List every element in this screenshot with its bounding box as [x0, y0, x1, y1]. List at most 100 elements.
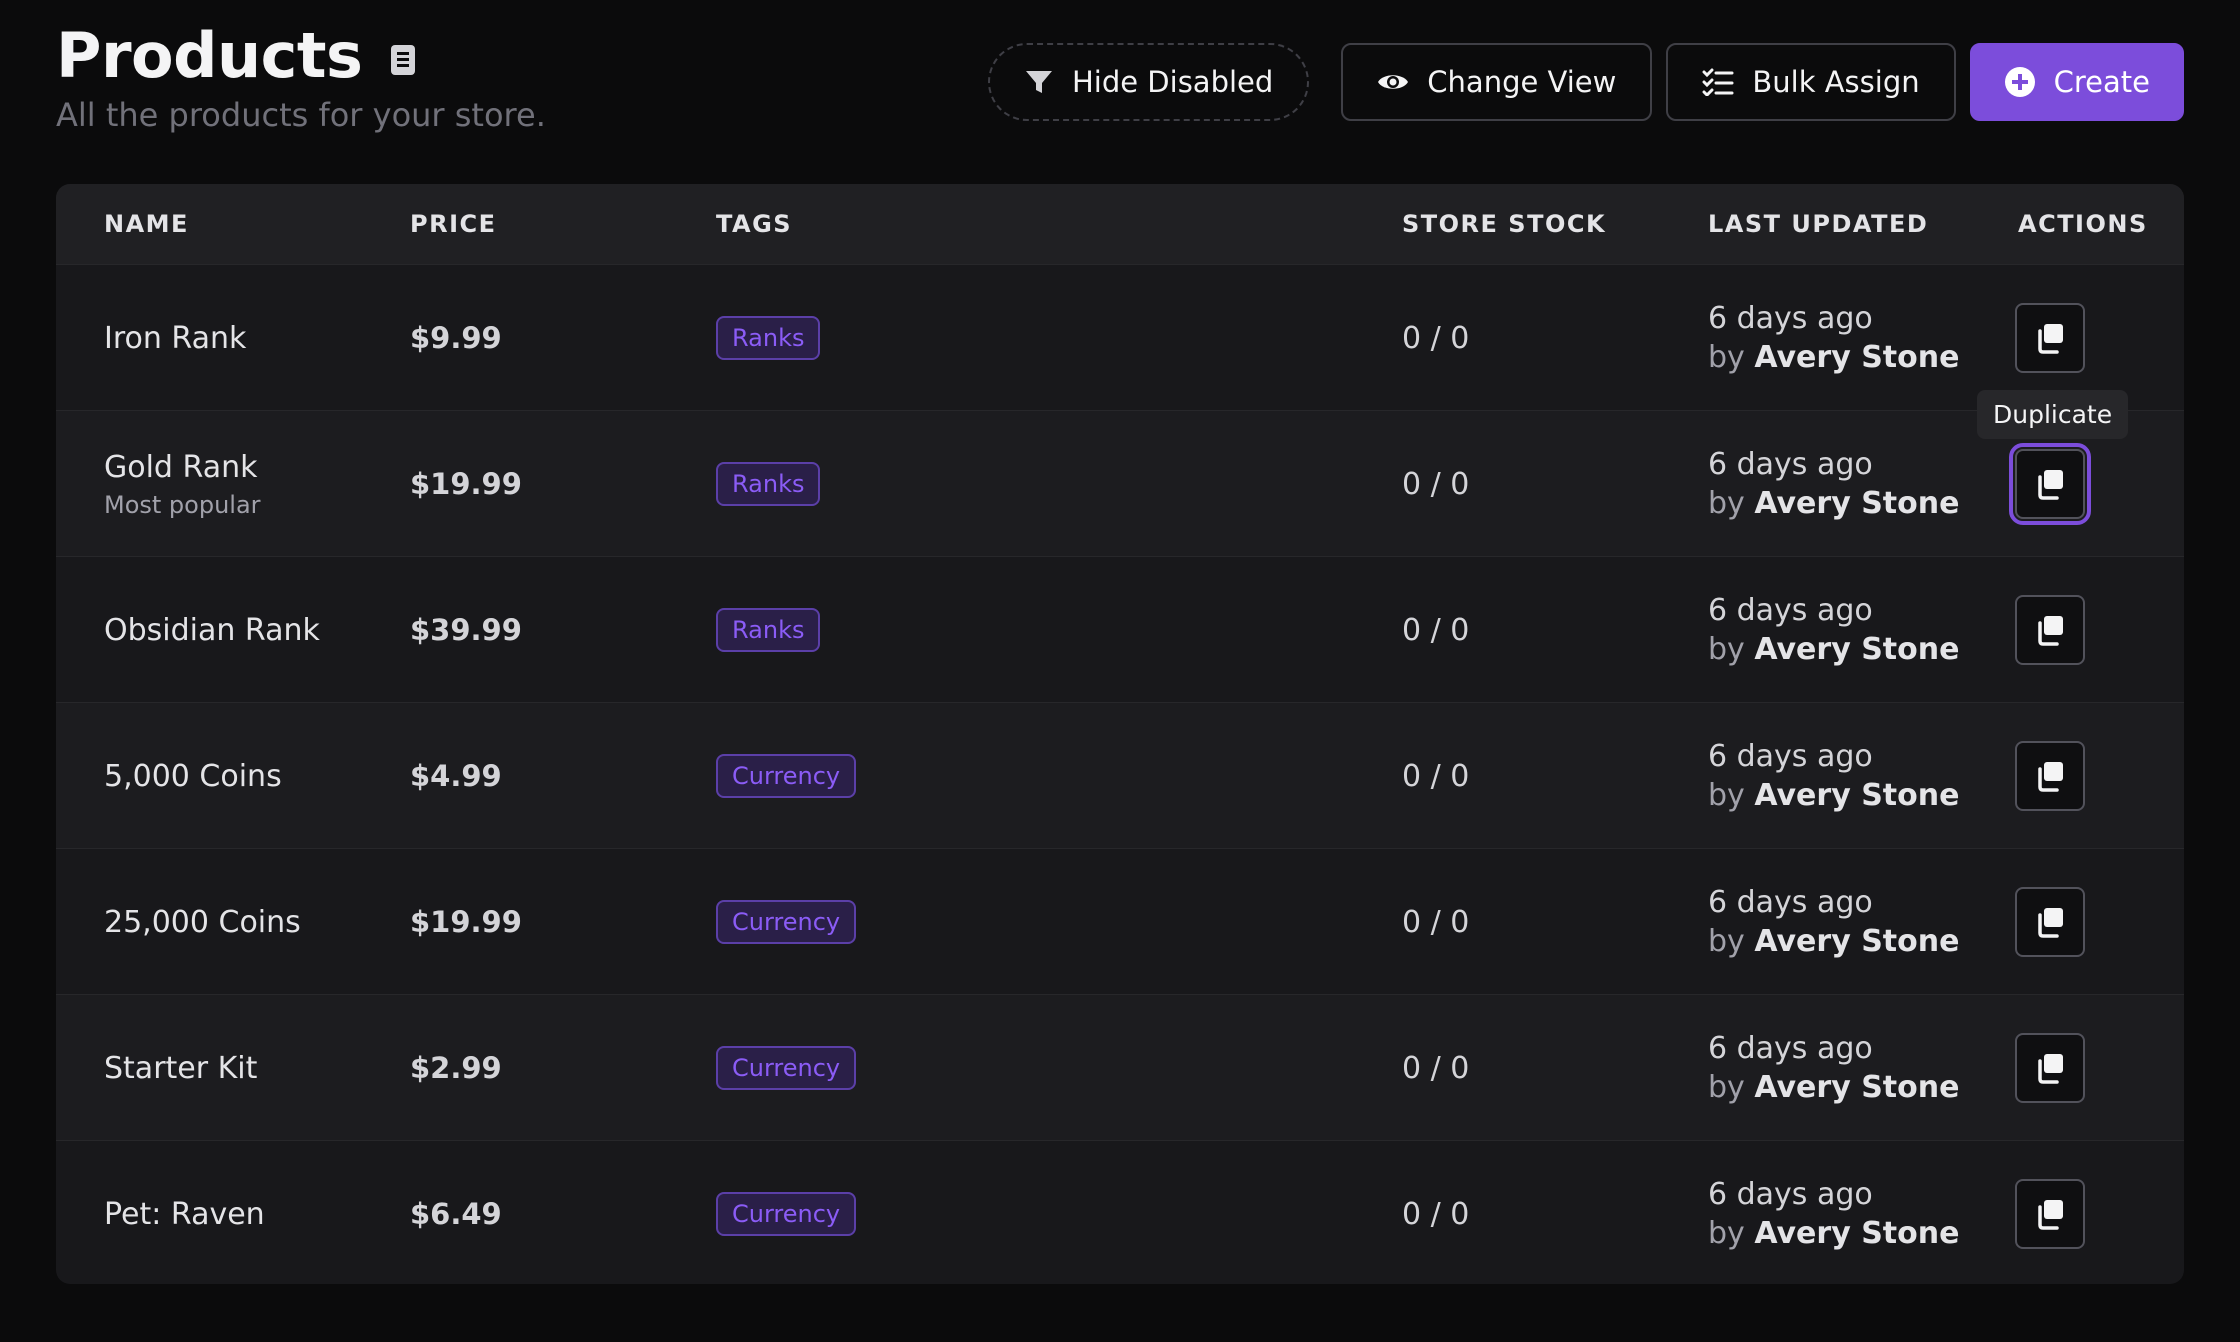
- column-header-tags[interactable]: TAGS: [716, 184, 792, 264]
- column-header-price[interactable]: PRICE: [410, 184, 497, 264]
- updated-by-prefix: by: [1708, 340, 1745, 375]
- duplicate-icon: [2033, 467, 2067, 501]
- updated-by-user: Avery Stone: [1754, 486, 1960, 521]
- column-header-actions: ACTIONS: [2018, 210, 2148, 238]
- hide-disabled-label: Hide Disabled: [1071, 65, 1274, 99]
- table-header: NAME PRICE TAGS STORE STOCK LAST UPDATED…: [56, 184, 2184, 264]
- duplicate-button[interactable]: [2015, 1033, 2085, 1103]
- tags-cell: Currency: [716, 849, 857, 995]
- stock-cell: 0 / 0: [1402, 1141, 1469, 1284]
- store-stock: 0 / 0: [1402, 1196, 1470, 1232]
- actions-cell: [2015, 703, 2085, 849]
- duplicate-icon: [2033, 759, 2067, 793]
- last-updated-cell: 6 days ago by Avery Stone: [1708, 557, 1959, 703]
- product-price: $39.99: [410, 613, 522, 647]
- updated-by-prefix: by: [1708, 778, 1745, 813]
- duplicate-button[interactable]: [2015, 1179, 2085, 1249]
- last-updated-cell: 6 days ago by Avery Stone: [1708, 1141, 1959, 1284]
- last-updated-cell: 6 days ago by Avery Stone: [1708, 849, 1959, 995]
- updated-by-prefix: by: [1708, 486, 1745, 521]
- table-row[interactable]: Iron Rank $9.99 Ranks 0 / 0 6 days ago by Ave…: [56, 264, 2184, 410]
- tags-cell: Currency: [716, 703, 857, 849]
- table-row[interactable]: 25,000 Coins $19.99 Currency 0 / 0 6 days ag…: [56, 848, 2184, 994]
- table-row[interactable]: Pet: Raven $6.49 Currency 0 / 0 6 days ago by…: [56, 1140, 2184, 1284]
- store-stock: 0 / 0: [1402, 466, 1470, 502]
- create-button[interactable]: Create: [1969, 43, 2184, 121]
- product-price: $6.49: [410, 1197, 502, 1231]
- price-cell: $19.99: [410, 849, 522, 995]
- page-subtitle: All the products for your store.: [56, 96, 546, 134]
- product-name[interactable]: Obsidian Rank: [104, 613, 320, 648]
- duplicate-button[interactable]: [2015, 887, 2085, 957]
- store-stock: 0 / 0: [1402, 320, 1470, 356]
- duplicate-icon: [2033, 905, 2067, 939]
- bulk-assign-button[interactable]: Bulk Assign: [1666, 43, 1956, 121]
- page-title: Products: [56, 19, 363, 92]
- hide-disabled-button[interactable]: Hide Disabled: [987, 43, 1310, 121]
- updated-time: 6 days ago: [1708, 739, 1873, 774]
- product-name[interactable]: 25,000 Coins: [104, 905, 301, 940]
- updated-time: 6 days ago: [1708, 593, 1873, 628]
- product-name[interactable]: Iron Rank: [104, 321, 246, 356]
- tags-cell: Currency: [716, 1141, 857, 1284]
- tag-badge: Currency: [716, 900, 857, 944]
- duplicate-button[interactable]: [2015, 741, 2085, 811]
- title-row: Products: [56, 20, 420, 92]
- product-name[interactable]: Gold Rank: [104, 450, 261, 485]
- bulk-assign-label: Bulk Assign: [1752, 65, 1920, 99]
- price-cell: $19.99: [410, 411, 522, 557]
- name-cell: Iron Rank: [104, 265, 246, 411]
- stock-cell: 0 / 0: [1402, 265, 1469, 411]
- duplicate-icon: [2033, 321, 2067, 355]
- price-cell: $2.99: [410, 995, 502, 1141]
- column-header-store-stock[interactable]: STORE STOCK: [1402, 184, 1606, 264]
- product-name[interactable]: Pet: Raven: [104, 1197, 265, 1232]
- updated-by-user: Avery Stone: [1754, 778, 1960, 813]
- product-price: $2.99: [410, 1051, 502, 1085]
- product-subtitle: Most popular: [104, 490, 261, 519]
- last-updated-cell: 6 days ago by Avery Stone: [1708, 995, 1959, 1141]
- tags-cell: Ranks: [716, 265, 821, 411]
- updated-by-prefix: by: [1708, 1070, 1745, 1105]
- last-updated-cell: 6 days ago by Avery Stone: [1708, 703, 1959, 849]
- products-page: Products All the products for your store…: [0, 0, 2240, 1342]
- product-name[interactable]: 5,000 Coins: [104, 759, 282, 794]
- table-row[interactable]: Obsidian Rank $39.99 Ranks 0 / 0 6 days ago b…: [56, 556, 2184, 702]
- actions-cell: [2015, 1141, 2085, 1284]
- book-icon[interactable]: [386, 41, 420, 79]
- change-view-label: Change View: [1427, 65, 1617, 99]
- updated-by-prefix: by: [1708, 632, 1745, 667]
- column-header-last-updated[interactable]: LAST UPDATED: [1708, 184, 1928, 264]
- stock-cell: 0 / 0: [1402, 849, 1469, 995]
- updated-time: 6 days ago: [1708, 1177, 1873, 1212]
- tags-cell: Currency: [716, 995, 857, 1141]
- change-view-button[interactable]: Change View: [1341, 43, 1653, 121]
- table-row[interactable]: Starter Kit $2.99 Currency 0 / 0 6 days ago b…: [56, 994, 2184, 1140]
- last-updated-cell: 6 days ago by Avery Stone: [1708, 411, 1959, 557]
- table-row[interactable]: 5,000 Coins $4.99 Currency 0 / 0 6 days ago b…: [56, 702, 2184, 848]
- product-price: $19.99: [410, 467, 522, 501]
- eye-icon: [1377, 70, 1409, 94]
- store-stock: 0 / 0: [1402, 758, 1470, 794]
- actions-cell: [2015, 557, 2085, 703]
- tag-badge: Ranks: [716, 462, 821, 506]
- updated-by-user: Avery Stone: [1754, 632, 1960, 667]
- name-cell: Gold Rank Most popular: [104, 411, 261, 557]
- updated-by-user: Avery Stone: [1754, 1070, 1960, 1105]
- updated-by-prefix: by: [1708, 924, 1745, 959]
- stock-cell: 0 / 0: [1402, 411, 1469, 557]
- duplicate-button[interactable]: [2015, 303, 2085, 373]
- store-stock: 0 / 0: [1402, 1050, 1470, 1086]
- name-cell: 25,000 Coins: [104, 849, 301, 995]
- tag-badge: Currency: [716, 1046, 857, 1090]
- updated-by: by Avery Stone: [1708, 632, 1959, 667]
- plus-circle-icon: [2004, 66, 2036, 98]
- column-header-name[interactable]: NAME: [104, 184, 189, 264]
- duplicate-button[interactable]: [2009, 443, 2091, 525]
- product-name[interactable]: Starter Kit: [104, 1051, 257, 1086]
- table-row[interactable]: Gold Rank Most popular $19.99 Ranks 0 / 0 6 d…: [56, 410, 2184, 556]
- duplicate-button[interactable]: [2015, 595, 2085, 665]
- actions-cell: [2015, 995, 2085, 1141]
- updated-by: by Avery Stone: [1708, 340, 1959, 375]
- price-cell: $6.49: [410, 1141, 502, 1284]
